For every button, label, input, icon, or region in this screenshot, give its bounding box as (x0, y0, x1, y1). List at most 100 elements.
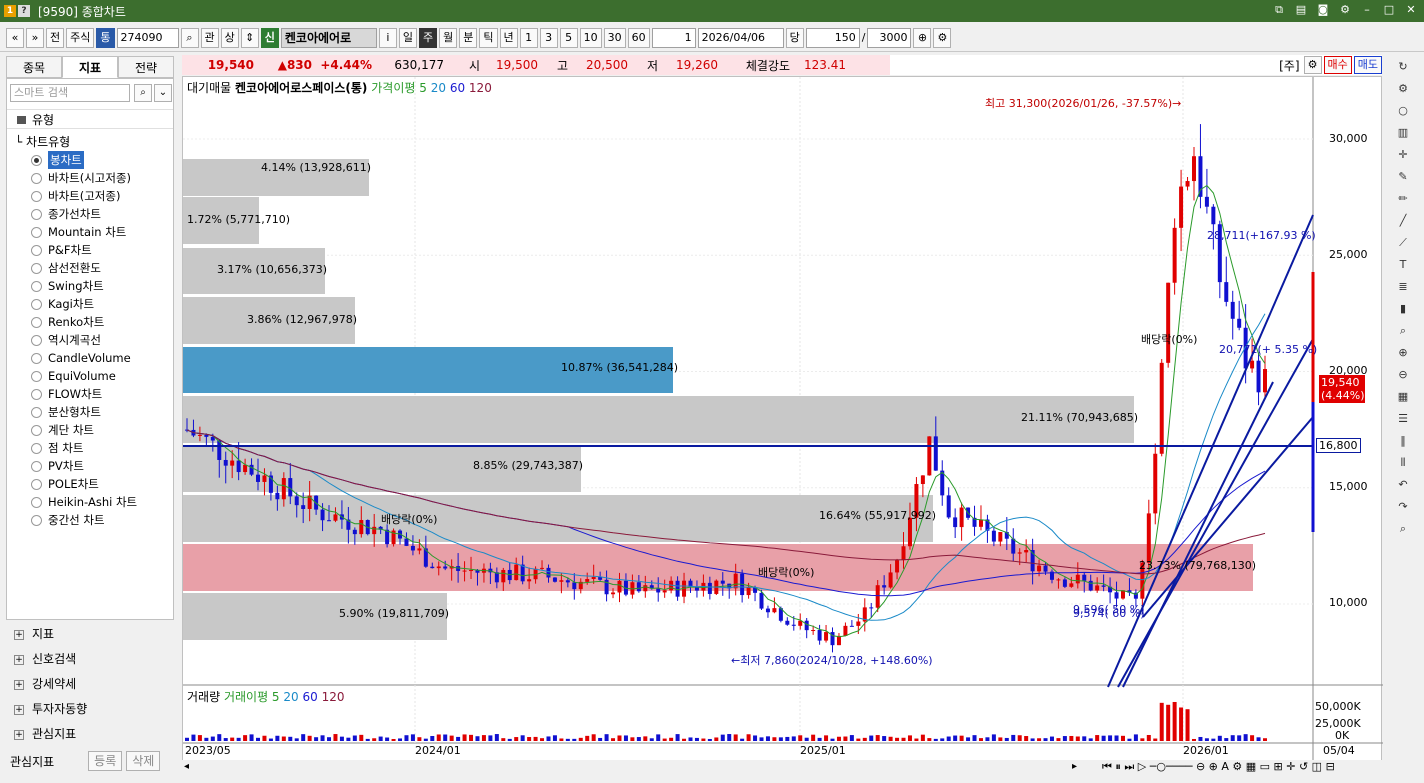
chart-type-item[interactable]: FLOW차트 (15, 385, 137, 403)
gear-icon[interactable]: ⚙ (1393, 79, 1413, 99)
radio-icon[interactable] (31, 406, 42, 418)
section-signal[interactable]: + 신호검색 (6, 647, 174, 672)
expand-icon[interactable]: ⌄ (154, 84, 172, 102)
columns-icon[interactable]: ‖ (1393, 431, 1413, 451)
chart-type-item[interactable]: Swing차트 (15, 277, 137, 295)
tong-button[interactable]: 통 (96, 27, 115, 48)
minute-3[interactable]: 3 (539, 27, 558, 48)
refresh-icon[interactable]: ↻ (1393, 57, 1413, 77)
chart-type-item[interactable]: 점 차트 (15, 439, 137, 457)
auto-icon[interactable]: ⟋ (1393, 233, 1413, 253)
help-icon[interactable]: ? (18, 5, 30, 17)
radio-icon[interactable] (31, 424, 42, 436)
sell-button[interactable]: 매도 (1353, 56, 1382, 74)
search-icon[interactable]: ⌕ (180, 27, 199, 48)
delete-button[interactable]: 삭제 (126, 751, 161, 771)
updown-icon[interactable]: ⇕ (240, 27, 259, 48)
radio-icon[interactable] (31, 298, 42, 310)
radio-icon[interactable] (31, 280, 42, 292)
radio-icon[interactable] (31, 154, 42, 166)
section-fav-indicator[interactable]: + 관심지표 (6, 722, 174, 747)
period-minute[interactable]: 분 (459, 27, 478, 48)
search-icon[interactable]: ⌕ (134, 84, 152, 102)
redo-icon[interactable]: ↷ (1393, 497, 1413, 517)
minute-60[interactable]: 60 (627, 27, 650, 48)
capture-icon[interactable]: ◙ (1316, 3, 1330, 17)
period-tick[interactable]: 틱 (479, 27, 498, 48)
count-input[interactable]: 150 (805, 27, 860, 48)
prev-stock-button[interactable]: « (6, 27, 24, 48)
stock-code-input[interactable]: 274090 (116, 27, 179, 48)
chart-type-item[interactable]: PV차트 (15, 457, 137, 475)
buy-button[interactable]: 매수 (1323, 56, 1352, 74)
grid-icon[interactable]: ▦ (1393, 387, 1413, 407)
total-input[interactable]: 3000 (867, 27, 912, 48)
chart-type-item[interactable]: P&F차트 (15, 241, 137, 259)
chart-icon[interactable]: ▥ (1393, 123, 1413, 143)
chart-type-item[interactable]: 봉차트 (15, 151, 137, 169)
chart-type-item[interactable]: 중간선 차트 (15, 511, 137, 529)
section-strength[interactable]: + 강세약세 (6, 672, 174, 697)
radio-icon[interactable] (31, 226, 42, 238)
scroll-right-icon[interactable]: ▸ (1072, 761, 1077, 772)
chart-type-item[interactable]: CandleVolume (15, 349, 137, 367)
period-month[interactable]: 월 (439, 27, 458, 48)
line-icon[interactable]: ╱ (1393, 211, 1413, 231)
circle-icon[interactable]: ○ (1393, 101, 1413, 121)
radio-icon[interactable] (31, 244, 42, 256)
text-icon[interactable]: T (1393, 255, 1413, 275)
radio-icon[interactable] (31, 316, 42, 328)
minute-1[interactable]: 1 (519, 27, 538, 48)
chart-type-item[interactable]: POLE차트 (15, 475, 137, 493)
chart-type-item[interactable]: Heikin-Ashi 차트 (15, 493, 137, 511)
minute-10[interactable]: 10 (579, 27, 602, 48)
radio-icon[interactable] (31, 388, 42, 400)
chart-type-item[interactable]: EquiVolume (15, 367, 137, 385)
radio-icon[interactable] (31, 478, 42, 490)
chart-type-item[interactable]: Renko차트 (15, 313, 137, 331)
zoom-in-icon[interactable]: ⊕ (1393, 343, 1413, 363)
zoom-out-icon[interactable]: ⊖ (1393, 365, 1413, 385)
chart-type-item[interactable]: Mountain 차트 (15, 223, 137, 241)
pencil-icon[interactable]: ✏ (1393, 189, 1413, 209)
radio-icon[interactable] (31, 334, 42, 346)
bars-icon[interactable]: ☰ (1393, 409, 1413, 429)
chart-type-item[interactable]: 분산형차트 (15, 403, 137, 421)
market-button[interactable]: 주식 (66, 27, 95, 48)
radio-icon[interactable] (31, 172, 42, 184)
radio-icon[interactable] (31, 208, 42, 220)
search-icon[interactable]: ⌕ (1393, 519, 1413, 539)
radio-icon[interactable] (31, 190, 42, 202)
tab-strategy[interactable]: 전략 (118, 56, 174, 78)
chart-type-item[interactable]: 역시계곡선 (15, 331, 137, 349)
radio-icon[interactable] (31, 460, 42, 472)
chart-type-item[interactable]: 계단 차트 (15, 421, 137, 439)
candle-icon[interactable]: ▮ (1393, 299, 1413, 319)
chart-type-item[interactable]: Kagi차트 (15, 295, 137, 313)
chart-scrollbar[interactable]: ◂ ▸ ⏮ ⏸ ⏭ ▷ ─○──── ⊖ ⊕ A ⚙ ▦ ▭ ⊞ ✛ ↺ ◫ ⊟ (182, 760, 1382, 776)
fib-icon[interactable]: ≣ (1393, 277, 1413, 297)
gear-icon[interactable]: ⚙ (933, 27, 952, 48)
zoom-icon[interactable]: ⊕ (913, 27, 932, 48)
section-investor[interactable]: + 투자자동향 (6, 697, 174, 722)
minimize-icon[interactable]: – (1360, 3, 1374, 17)
section-type-header[interactable]: 유형 (7, 109, 173, 129)
undo-icon[interactable]: ↶ (1393, 475, 1413, 495)
maximize-icon[interactable]: □ (1382, 3, 1396, 17)
radio-icon[interactable] (31, 442, 42, 454)
playback-controls[interactable]: ⏮ ⏸ ⏭ ▷ ─○──── ⊖ ⊕ A ⚙ ▦ ▭ ⊞ ✛ ↺ ◫ ⊟ (1102, 760, 1335, 774)
columns2-icon[interactable]: ⦀ (1393, 453, 1413, 473)
sang-button[interactable]: 상 (220, 27, 239, 48)
chart-type-item[interactable]: 바차트(고저종) (15, 187, 137, 205)
pen-icon[interactable]: ✎ (1393, 167, 1413, 187)
chart-type-item[interactable]: 바차트(시고저종) (15, 169, 137, 187)
layout-icon[interactable]: ▤ (1294, 3, 1308, 17)
tab-stock[interactable]: 종목 (6, 56, 62, 78)
date-input[interactable]: 2026/04/06 (697, 27, 784, 48)
chart-type-item[interactable]: 삼선전환도 (15, 259, 137, 277)
radio-icon[interactable] (31, 352, 42, 364)
period-week[interactable]: 주 (419, 27, 438, 48)
tab-indicator[interactable]: 지표 (62, 56, 118, 78)
info-button[interactable]: i (378, 27, 397, 48)
gear-icon[interactable]: ⚙ (1303, 56, 1322, 74)
